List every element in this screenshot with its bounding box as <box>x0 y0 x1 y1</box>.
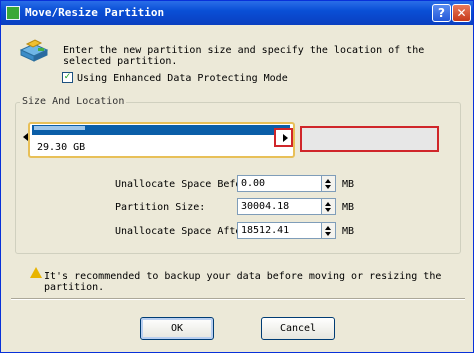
spin-up-icon[interactable] <box>325 226 331 230</box>
after-spinner[interactable] <box>322 222 336 239</box>
close-button[interactable]: ✕ <box>452 4 471 22</box>
cancel-button[interactable]: Cancel <box>261 317 335 340</box>
before-spinner[interactable] <box>322 175 336 192</box>
group-title: Size And Location <box>20 96 127 107</box>
before-unit: MB <box>342 179 355 190</box>
intro-text: Enter the new partition size and specify… <box>63 45 425 67</box>
resize-handle[interactable] <box>274 128 293 147</box>
size-unit: MB <box>342 202 355 213</box>
unallocated-space-area[interactable] <box>300 126 439 152</box>
size-spinner[interactable] <box>322 198 336 215</box>
move-resize-dialog: Move/Resize Partition ? ✕ Enter the new … <box>0 0 474 353</box>
size-input[interactable]: 30004.18 <box>237 198 322 215</box>
window-title: Move/Resize Partition <box>25 6 165 19</box>
after-input[interactable]: 18512.41 <box>237 222 322 239</box>
title-bar[interactable]: Move/Resize Partition ? ✕ <box>1 1 473 25</box>
used-space-bar <box>34 126 85 130</box>
enhanced-mode-label[interactable]: Using Enhanced Data Protecting Mode <box>77 73 288 84</box>
spin-up-icon[interactable] <box>325 202 331 206</box>
spin-down-icon[interactable] <box>325 185 331 189</box>
right-arrow-icon <box>283 134 288 142</box>
enhanced-mode-checkbox[interactable]: ✓ <box>62 72 73 83</box>
spin-down-icon[interactable] <box>325 232 331 236</box>
size-label: Partition Size: <box>115 202 206 213</box>
partition-disk-icon <box>19 39 49 62</box>
after-unit: MB <box>342 226 355 237</box>
ok-button[interactable]: OK <box>140 317 214 340</box>
divider <box>11 298 465 300</box>
help-button[interactable]: ? <box>432 4 451 22</box>
after-label: Unallocate Space After: <box>115 226 254 237</box>
warning-text: It's recommended to backup your data bef… <box>44 271 442 293</box>
before-input[interactable]: 0.00 <box>237 175 322 192</box>
spin-down-icon[interactable] <box>325 208 331 212</box>
partition-size-label: 29.30 GB <box>37 142 86 153</box>
warning-icon <box>30 267 42 278</box>
spin-up-icon[interactable] <box>325 179 331 183</box>
app-icon <box>6 6 20 20</box>
